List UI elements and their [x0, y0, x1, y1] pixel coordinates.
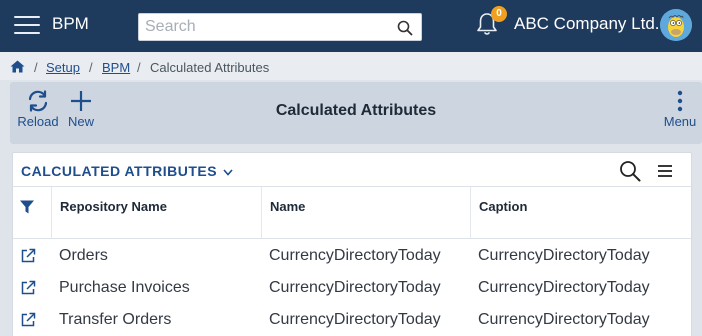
panel-title: CALCULATED ATTRIBUTES: [21, 163, 218, 179]
calculated-attributes-panel: CALCULATED ATTRIBUTES Repository Name Na…: [12, 152, 692, 336]
table-row[interactable]: Orders CurrencyDirectoryToday CurrencyDi…: [13, 240, 691, 272]
search-input[interactable]: [139, 14, 389, 40]
cell-name: CurrencyDirectoryToday: [269, 311, 441, 328]
table-row[interactable]: Transfer Orders CurrencyDirectoryToday C…: [13, 304, 691, 336]
app-name[interactable]: BPM: [52, 14, 89, 34]
column-header-caption[interactable]: Caption: [470, 187, 691, 239]
cell-caption: CurrencyDirectoryToday: [478, 311, 650, 328]
panel-header: CALCULATED ATTRIBUTES: [13, 153, 691, 187]
more-vertical-icon: [677, 90, 683, 112]
home-icon[interactable]: [10, 60, 25, 73]
external-link-icon[interactable]: [20, 248, 36, 264]
cell-repository-name: Purchase Invoices: [59, 279, 190, 296]
cell-repository-name: Orders: [59, 247, 108, 264]
avatar[interactable]: [660, 9, 692, 41]
external-link-icon[interactable]: [20, 312, 36, 328]
breadcrumb-separator: /: [137, 60, 141, 75]
breadcrumb-separator: /: [89, 60, 93, 75]
breadcrumb-item-bpm[interactable]: BPM: [102, 60, 130, 75]
company-name[interactable]: ABC Company Ltd.: [514, 14, 660, 34]
table-row[interactable]: Purchase Invoices CurrencyDirectoryToday…: [13, 272, 691, 304]
search-icon[interactable]: [619, 160, 641, 182]
cell-caption: CurrencyDirectoryToday: [478, 279, 650, 296]
global-search: [138, 13, 422, 41]
top-bar: BPM 0 ABC Company Ltd.: [0, 0, 702, 52]
list-menu-icon[interactable]: [657, 164, 673, 178]
toolbar: Reload New Calculated Attributes Menu: [10, 82, 702, 144]
column-header-name[interactable]: Name: [261, 187, 470, 239]
table-header: Repository Name Name Caption: [13, 187, 691, 239]
column-header-repository-name[interactable]: Repository Name: [51, 187, 261, 239]
cell-name: CurrencyDirectoryToday: [269, 247, 441, 264]
cell-name: CurrencyDirectoryToday: [269, 279, 441, 296]
cell-repository-name: Transfer Orders: [59, 311, 172, 328]
breadcrumb: / Setup / BPM / Calculated Attributes: [0, 52, 702, 80]
menu-label: Menu: [663, 114, 697, 129]
breadcrumb-separator: /: [34, 60, 38, 75]
page-title: Calculated Attributes: [275, 102, 437, 119]
breadcrumb-item-current: Calculated Attributes: [150, 60, 270, 75]
menu-button[interactable]: Menu: [660, 90, 700, 129]
filter-icon[interactable]: [19, 199, 35, 215]
breadcrumb-item-setup[interactable]: Setup: [46, 60, 80, 75]
external-link-icon[interactable]: [20, 280, 36, 296]
search-icon[interactable]: [397, 20, 413, 36]
notification-badge: 0: [491, 6, 507, 22]
menu-icon[interactable]: [14, 14, 40, 36]
panel-title-dropdown[interactable]: CALCULATED ATTRIBUTES: [21, 163, 233, 179]
cell-caption: CurrencyDirectoryToday: [478, 247, 650, 264]
chevron-down-icon: [223, 169, 233, 176]
